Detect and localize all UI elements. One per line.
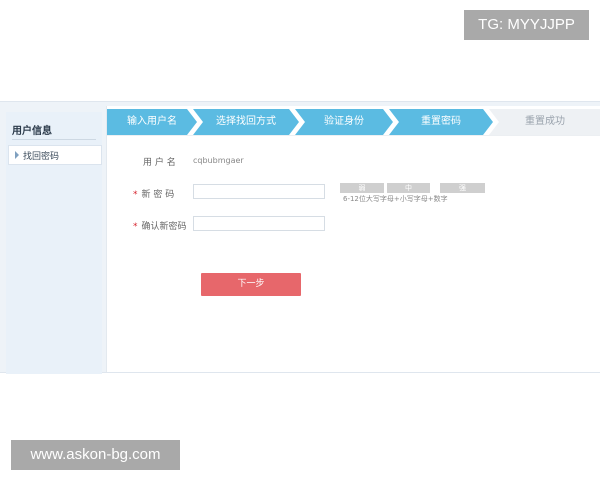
watermark-bottom: www.askon-bg.com <box>11 440 180 470</box>
step-choose-method: 选择找回方式 <box>193 109 299 135</box>
password-hint: 6-12位大写字母+小写字母+数字 <box>343 195 448 203</box>
progress-steps: 输入用户名 选择找回方式 验证身份 重置密码 重置成功 <box>107 109 600 135</box>
sidebar-title: 用户信息 <box>12 126 52 137</box>
next-button[interactable]: 下一步 <box>201 273 301 296</box>
sidebar-divider <box>12 139 96 140</box>
steps-divider <box>107 135 600 136</box>
step-label: 选择找回方式 <box>216 116 276 127</box>
step-reset-password: 重置密码 <box>389 109 493 135</box>
required-mark: * <box>133 190 138 200</box>
step-label: 重置密码 <box>421 116 461 127</box>
step-label: 输入用户名 <box>127 116 177 127</box>
chevron-right-icon <box>15 151 19 159</box>
label-text: 确认新密码 <box>141 222 187 232</box>
step-label: 验证身份 <box>324 116 364 127</box>
step-reset-success: 重置成功 <box>489 109 600 135</box>
strength-medium: 中 <box>387 183 430 193</box>
strength-strong: 强 <box>440 183 485 193</box>
strength-weak: 弱 <box>340 183 384 193</box>
sidebar-item-find-password[interactable]: 找回密码 <box>8 145 102 165</box>
new-password-label: * 新 密 码 <box>133 187 174 200</box>
main-panel: 输入用户名 选择找回方式 验证身份 重置密码 重置成功 用 户 名 cqbubm… <box>106 106 600 372</box>
app-window: 用户信息 找回密码 输入用户名 选择找回方式 验证身份 重置密码 重置成功 用 … <box>0 101 600 374</box>
new-password-input[interactable] <box>193 184 325 199</box>
required-mark: * <box>133 222 138 232</box>
username-label: 用 户 名 <box>143 158 176 168</box>
label-text: 新 密 码 <box>141 190 175 200</box>
confirm-password-input[interactable] <box>193 216 325 231</box>
watermark-top: TG: MYYJJPP <box>464 10 589 40</box>
screenshot: 用户信息 找回密码 输入用户名 选择找回方式 验证身份 重置密码 重置成功 用 … <box>0 0 600 480</box>
sidebar: 用户信息 找回密码 <box>6 112 102 374</box>
step-label: 重置成功 <box>525 116 565 127</box>
step-enter-username: 输入用户名 <box>107 109 197 135</box>
step-verify-identity: 验证身份 <box>295 109 393 135</box>
confirm-password-label: * 确认新密码 <box>133 219 187 232</box>
username-value: cqbubmgaer <box>193 156 244 165</box>
sidebar-item-label: 找回密码 <box>23 152 60 162</box>
